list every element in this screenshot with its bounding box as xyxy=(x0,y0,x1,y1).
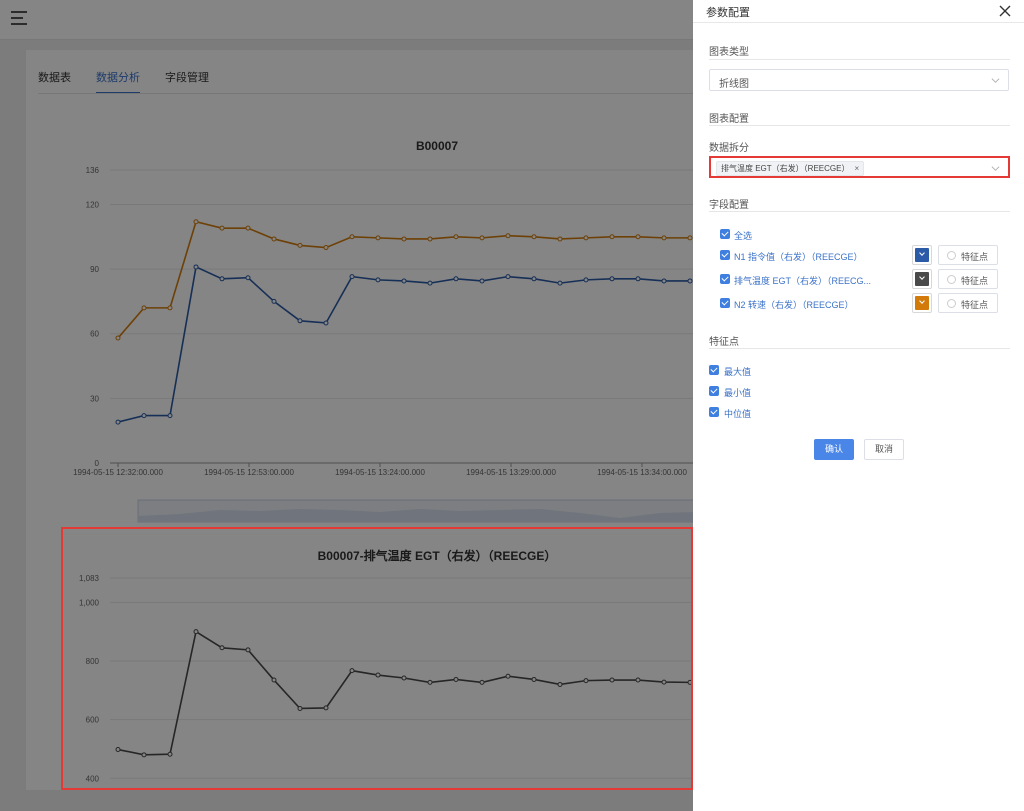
tag-close-icon[interactable]: × xyxy=(854,162,859,175)
settings-drawer: 参数配置 图表类型 折线图 图表配置 数据拆分 排气温度 EGT（右发）（REE… xyxy=(693,0,1024,811)
feature-point-toggle[interactable]: 特征点 xyxy=(938,293,998,313)
field-config-label: 字段配置 xyxy=(709,200,749,211)
field-checkbox[interactable] xyxy=(720,274,730,284)
drawer-title: 参数配置 xyxy=(706,7,750,19)
field-label[interactable]: 排气温度 EGT（右发）（REECG... xyxy=(734,274,871,287)
chevron-down-icon xyxy=(991,166,1000,171)
feature-points-label: 特征点 xyxy=(709,337,739,348)
drawer-header: 参数配置 xyxy=(693,0,1024,23)
field-checkbox[interactable] xyxy=(720,298,730,308)
feature-point-toggle[interactable]: 特征点 xyxy=(938,269,998,289)
data-split-select[interactable]: 排气温度 EGT（右发）（REECGE） × xyxy=(709,156,1010,178)
select-all-label[interactable]: 全选 xyxy=(734,229,752,242)
split-tag-label: 排气温度 EGT（右发）（REECGE） xyxy=(721,164,850,173)
chart-type-label: 图表类型 xyxy=(709,47,749,58)
median-label[interactable]: 中位值 xyxy=(724,407,751,420)
section-divider xyxy=(709,348,1010,349)
field-checkbox[interactable] xyxy=(720,250,730,260)
field-label[interactable]: N2 转速（右发）（REECGE） xyxy=(734,298,854,311)
feature-point-label: 特征点 xyxy=(961,300,989,310)
min-label[interactable]: 最小值 xyxy=(724,386,751,399)
data-split-label: 数据拆分 xyxy=(709,143,749,154)
color-picker[interactable] xyxy=(912,245,932,265)
cancel-button[interactable]: 取消 xyxy=(864,439,904,460)
feature-point-toggle[interactable]: 特征点 xyxy=(938,245,998,265)
chart-type-value: 折线图 xyxy=(719,79,749,90)
max-label[interactable]: 最大值 xyxy=(724,365,751,378)
select-all-checkbox[interactable] xyxy=(720,229,730,239)
chevron-down-icon xyxy=(991,78,1000,83)
section-divider xyxy=(709,59,1010,60)
color-picker[interactable] xyxy=(912,293,932,313)
color-picker[interactable] xyxy=(912,269,932,289)
median-checkbox[interactable] xyxy=(709,407,719,417)
split-tag: 排气温度 EGT（右发）（REECGE） × xyxy=(716,161,865,176)
highlight-box xyxy=(61,527,693,790)
field-label[interactable]: N1 指令值（右发）（REECGE） xyxy=(734,250,863,263)
max-checkbox[interactable] xyxy=(709,365,719,375)
section-divider xyxy=(709,125,1010,126)
feature-point-label: 特征点 xyxy=(961,276,989,286)
chart-config-label: 图表配置 xyxy=(709,114,749,125)
min-checkbox[interactable] xyxy=(709,386,719,396)
chart-type-select[interactable]: 折线图 xyxy=(709,69,1009,91)
close-icon[interactable] xyxy=(998,4,1012,18)
confirm-button[interactable]: 确认 xyxy=(814,439,854,460)
feature-point-label: 特征点 xyxy=(961,252,989,262)
section-divider xyxy=(709,211,1010,212)
